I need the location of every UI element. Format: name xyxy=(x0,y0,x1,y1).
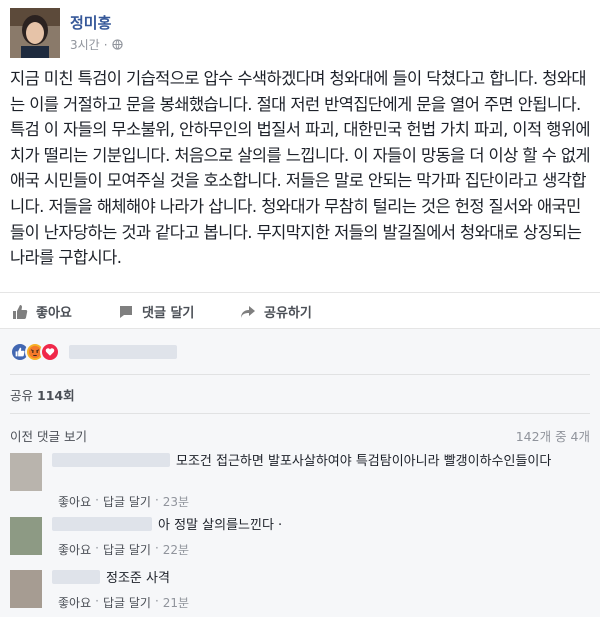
thumbs-up-icon xyxy=(13,304,28,319)
comment-bubble-icon xyxy=(120,305,132,318)
share-count-number: 114회 xyxy=(37,388,75,403)
comment-body: 아 정말 살의를느낀다 · xyxy=(52,517,582,534)
comment-actions: 좋아요 · 답글 달기 · 23분 xyxy=(58,493,189,510)
comment-text: 정조준 사격 xyxy=(106,571,170,586)
comment-count: 142개 중 4개 xyxy=(515,429,590,444)
view-previous-comments-link[interactable]: 이전 댓글 보기 xyxy=(10,426,87,445)
commenter-avatar[interactable] xyxy=(10,517,42,555)
comment-reply-link[interactable]: 답글 달기 xyxy=(103,594,151,611)
globe-icon[interactable] xyxy=(111,39,123,50)
comment-button[interactable]: 댓글 달기 xyxy=(118,302,194,321)
commenter-avatar[interactable] xyxy=(10,453,42,491)
reaction-summary[interactable] xyxy=(10,341,177,363)
share-count-label: 공유 xyxy=(10,388,34,403)
comment-time[interactable]: 21분 xyxy=(163,594,189,611)
post-meta: 3시간 · xyxy=(70,36,123,53)
commenter-avatar[interactable] xyxy=(10,570,42,608)
comment-actions: 좋아요 · 답글 달기 · 22분 xyxy=(58,541,189,558)
comment-time[interactable]: 22분 xyxy=(163,541,189,558)
separator-dot: · xyxy=(95,493,99,507)
reaction-names-redacted xyxy=(69,345,177,359)
separator-dot: · xyxy=(95,541,99,555)
like-button[interactable]: 좋아요 xyxy=(12,302,72,321)
separator-dot: · xyxy=(103,37,108,52)
comment-like-link[interactable]: 좋아요 xyxy=(58,594,91,611)
share-count[interactable]: 공유 114회 xyxy=(10,385,75,404)
post-body: 지금 미친 특검이 기습적으로 압수 수색하겠다며 청와대에 들이 닥쳤다고 합… xyxy=(10,66,592,271)
post-action-bar: 좋아요 댓글 달기 공유하기 xyxy=(0,292,600,328)
comment-body: 모조건 접근하면 발포사살하여야 특검탐이아니라 빨갱이하수인들이다 xyxy=(52,453,582,470)
comment-time[interactable]: 23분 xyxy=(163,493,189,510)
comment-label: 댓글 달기 xyxy=(142,306,195,321)
comment-like-link[interactable]: 좋아요 xyxy=(58,541,91,558)
share-arrow-icon xyxy=(241,305,255,318)
comment-body: 정조준 사격 xyxy=(52,570,582,587)
commenter-name-redacted[interactable] xyxy=(52,517,152,531)
comment-actions: 좋아요 · 답글 달기 · 21분 xyxy=(58,594,189,611)
divider xyxy=(10,374,590,375)
separator-dot: · xyxy=(154,541,159,555)
separator-dot: · xyxy=(95,594,99,608)
separator-dot: · xyxy=(154,493,159,507)
comment-reply-link[interactable]: 답글 달기 xyxy=(103,541,151,558)
commenter-name-redacted[interactable] xyxy=(52,570,100,584)
post-paragraph: 특검 이 자들의 무소불위, 안하무인의 법질서 파괴, 대한민국 헌법 가치 … xyxy=(10,120,591,268)
comment-text: 아 정말 살의를느낀다 · xyxy=(158,518,283,533)
divider xyxy=(10,413,590,414)
post-paragraph: 지금 미친 특검이 기습적으로 압수 수색하겠다며 청와대에 들이 닥쳤다고 합… xyxy=(10,69,587,114)
commenter-name-redacted[interactable] xyxy=(52,453,170,467)
author-name[interactable]: 정미홍 xyxy=(70,12,111,33)
author-avatar[interactable] xyxy=(10,8,60,58)
comment-like-link[interactable]: 좋아요 xyxy=(58,493,91,510)
feedback-section: 공유 114회 이전 댓글 보기 142개 중 4개 모조건 접근하면 발포사살… xyxy=(0,328,600,617)
like-label: 좋아요 xyxy=(36,306,72,321)
comment-reply-link[interactable]: 답글 달기 xyxy=(103,493,151,510)
share-button[interactable]: 공유하기 xyxy=(240,302,312,321)
comment-text: 모조건 접근하면 발포사살하여야 특검탐이아니라 빨갱이하수인들이다 xyxy=(176,454,552,469)
post-header: 정미홍 3시간 · xyxy=(10,8,590,58)
share-label: 공유하기 xyxy=(264,306,312,321)
post-time[interactable]: 3시간 xyxy=(70,36,100,53)
love-reaction-icon xyxy=(40,342,60,362)
separator-dot: · xyxy=(154,594,159,608)
